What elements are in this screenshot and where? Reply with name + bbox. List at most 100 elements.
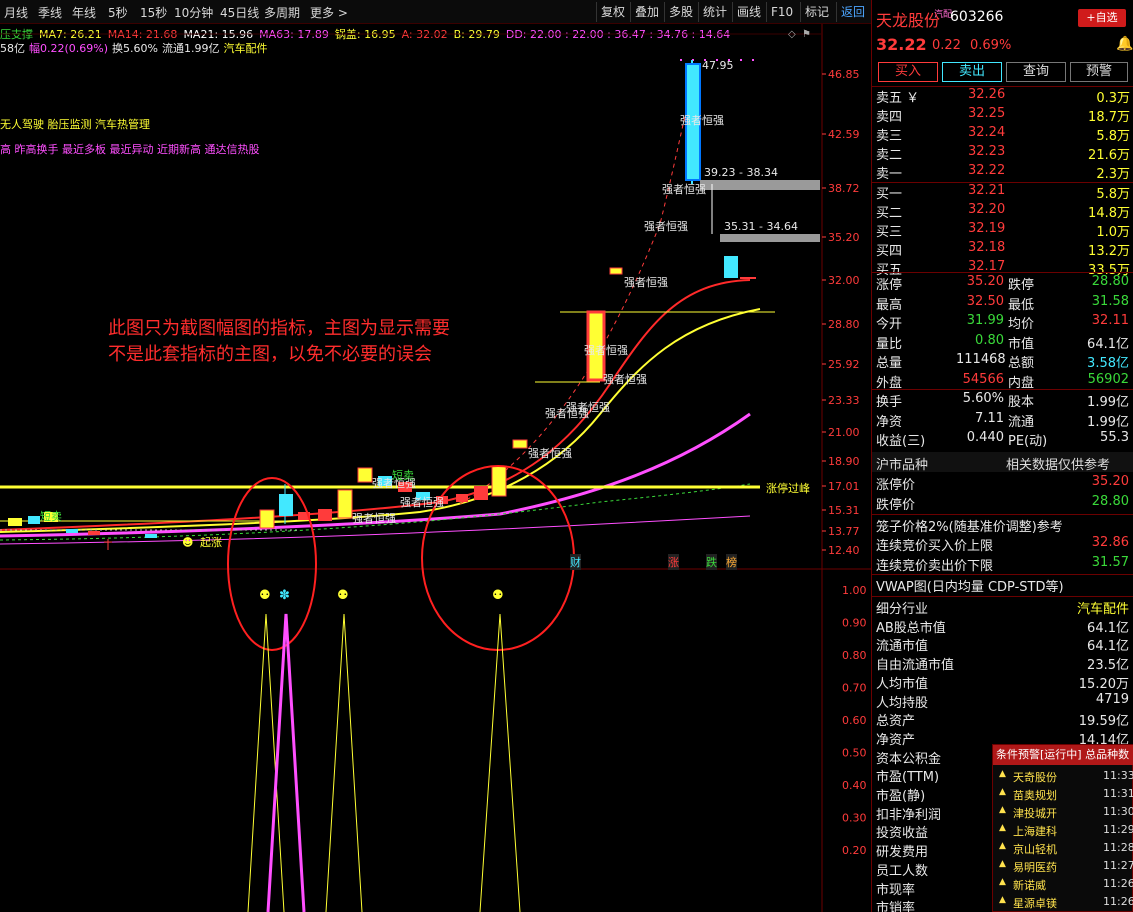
fundamental-label: 扣非净利润: [876, 807, 942, 823]
period-yearly[interactable]: 年线: [72, 4, 96, 21]
market-label: 沪市品种: [876, 458, 929, 473]
book-price[interactable]: 32.20: [968, 202, 1005, 217]
period-quarterly[interactable]: 季线: [38, 4, 62, 21]
fall-marker[interactable]: 跌: [706, 554, 717, 570]
book-volume: 18.7万: [1088, 110, 1130, 125]
finance-marker[interactable]: 财: [570, 554, 581, 570]
alert-row[interactable]: ▲ 上海建科 11:29: [993, 821, 1133, 839]
book-price[interactable]: 32.24: [968, 125, 1005, 140]
period-15s[interactable]: 15秒: [140, 4, 167, 21]
stat-value: 3.58亿: [1087, 356, 1129, 371]
bell-icon[interactable]: 🔔: [1116, 36, 1133, 52]
stat-value: 54566: [962, 371, 1004, 387]
draw-line-button[interactable]: 画线: [732, 2, 765, 22]
sell-button[interactable]: 卖出: [942, 62, 1002, 82]
book-price[interactable]: 32.25: [968, 106, 1005, 121]
ask-row: 卖二 32.23 21.6万: [872, 143, 1133, 163]
signal-spike-1: [247, 613, 285, 912]
fundamental-value: 64.1亿: [1087, 620, 1129, 636]
price-change-pct: 0.69%: [970, 38, 1012, 53]
stat-value: 111468: [956, 352, 1006, 367]
sub-y-tick-label: 1.00: [842, 584, 867, 597]
alert-stock-name: 上海建科: [1013, 825, 1057, 838]
book-level-label: 买三: [876, 225, 903, 240]
trading-app: 月线 季线 年线 5秒 15秒 10分钟 45日线 多周期 更多 > 复权 叠加…: [0, 0, 1133, 912]
y-tick-label: 21.00: [828, 426, 860, 439]
book-price[interactable]: 32.18: [968, 240, 1005, 255]
sub-y-tick-label: 0.40: [842, 779, 867, 792]
main-y-axis: 46.85 42.59 38.72 35.20 32.00 28.80 25.92 23.33…: [822, 68, 860, 557]
book-price[interactable]: 32.23: [968, 144, 1005, 159]
alert-time: 11:30: [1103, 805, 1133, 818]
vwap-link[interactable]: VWAP图(日内均量 CDP-STD等): [876, 576, 1064, 595]
alert-up-icon: ▲: [999, 805, 1006, 815]
alert-button[interactable]: 预警: [1070, 62, 1128, 82]
period-toolbar: 月线 季线 年线 5秒 15秒 10分钟 45日线 多周期 更多 > 复权 叠加…: [0, 0, 871, 24]
stat-value: 0.440: [966, 430, 1004, 445]
ask-row: 卖一 32.22 2.3万: [872, 162, 1133, 182]
chart-flag-icon: ⚑: [802, 29, 811, 40]
signal-spike-2: [266, 613, 306, 912]
book-level-label: 卖三: [876, 129, 903, 144]
alert-row[interactable]: ▲ 苗奥规划 11:31: [993, 785, 1133, 803]
stat-label: 总量: [876, 356, 903, 371]
stat-value: 0.80: [975, 332, 1004, 348]
f10-button[interactable]: F10: [766, 2, 797, 22]
overlay-button[interactable]: 叠加: [630, 2, 663, 22]
add-watchlist-button[interactable]: +自选: [1078, 9, 1126, 27]
bid-row: 买一 32.21 5.8万: [872, 182, 1133, 202]
alert-row[interactable]: ▲ 易明医药 11:27: [993, 857, 1133, 875]
rise-marker[interactable]: 涨: [668, 554, 679, 570]
fundamental-value: 19.59亿: [1078, 714, 1129, 730]
gap-bar-lower: [720, 234, 820, 242]
fundamental-label: 自由流通市值: [876, 658, 955, 674]
sub-y-tick-label: 0.80: [842, 649, 867, 662]
smiley-icon: ☻: [182, 536, 194, 549]
stat-label: 市值: [1008, 336, 1035, 352]
kline-chart-area[interactable]: 压支撑 MA7: 26.21 MA14: 21.68 MA21: 15.96 MA63:…: [0, 24, 871, 912]
stat-value: 35.20: [966, 274, 1004, 289]
book-volume: 1.0万: [1096, 225, 1130, 240]
restore-rights-button[interactable]: 复权: [596, 2, 629, 22]
rank-marker[interactable]: 榜: [726, 554, 737, 570]
stat-value: 7.11: [975, 410, 1004, 426]
book-price[interactable]: 32.19: [968, 221, 1005, 236]
alert-stock-name: 星源卓镁: [1013, 897, 1057, 910]
query-button[interactable]: 查询: [1006, 62, 1066, 82]
fundamental-value: 4719: [1095, 691, 1129, 707]
stat-label: 跌停: [1008, 278, 1035, 293]
sub-y-tick-label: 0.60: [842, 714, 867, 727]
gap-range-lower: 35.31 - 34.64: [724, 220, 798, 233]
period-multi[interactable]: 多周期: [264, 4, 300, 21]
alert-time: 11:28: [1103, 841, 1133, 854]
buy-button[interactable]: 买入: [878, 62, 938, 82]
alert-row[interactable]: ▲ 天奇股份 11:33: [993, 767, 1133, 785]
more-periods-button[interactable]: 更多 >: [310, 4, 348, 21]
book-price[interactable]: 32.21: [968, 183, 1005, 198]
statistics-button[interactable]: 统计: [698, 2, 731, 22]
alert-popup[interactable]: 条件预警[运行中] 总品种数 ▲ 天奇股份 11:33 ▲ 苗奥规划 11:31 ▲ 津投城开…: [992, 744, 1133, 912]
gap-bar-upper: [700, 180, 820, 190]
back-button[interactable]: 返回: [836, 2, 869, 22]
stock-name[interactable]: 天龙股份: [876, 7, 940, 31]
alert-row[interactable]: ▲ 京山轻机 11:28: [993, 839, 1133, 857]
y-tick-label: 28.80: [828, 318, 860, 331]
period-45day[interactable]: 45日线: [220, 4, 259, 21]
book-level-label: 卖四: [876, 110, 903, 125]
multi-stock-button[interactable]: 多股: [664, 2, 697, 22]
alert-row[interactable]: ▲ 津投城开 11:30: [993, 803, 1133, 821]
period-5s[interactable]: 5秒: [108, 4, 128, 21]
period-monthly[interactable]: 月线: [4, 4, 28, 21]
period-10min[interactable]: 10分钟: [174, 4, 213, 21]
ask-row: 卖三 32.24 5.8万: [872, 124, 1133, 144]
mark-button[interactable]: 标记: [800, 2, 833, 22]
alert-time: 11:31: [1103, 787, 1133, 800]
stat-label: 最低: [1008, 297, 1035, 313]
fundamental-label: 投资收益: [876, 826, 929, 842]
alert-row[interactable]: ▲ 新诺威 11:26: [993, 875, 1133, 893]
book-price[interactable]: 32.26: [968, 87, 1005, 102]
alert-row[interactable]: ▲ 星源卓镁 11:26: [993, 893, 1133, 911]
alert-time: 11:27: [1103, 859, 1133, 872]
stat-label: 均价: [1008, 317, 1035, 332]
book-price[interactable]: 32.22: [968, 163, 1005, 178]
